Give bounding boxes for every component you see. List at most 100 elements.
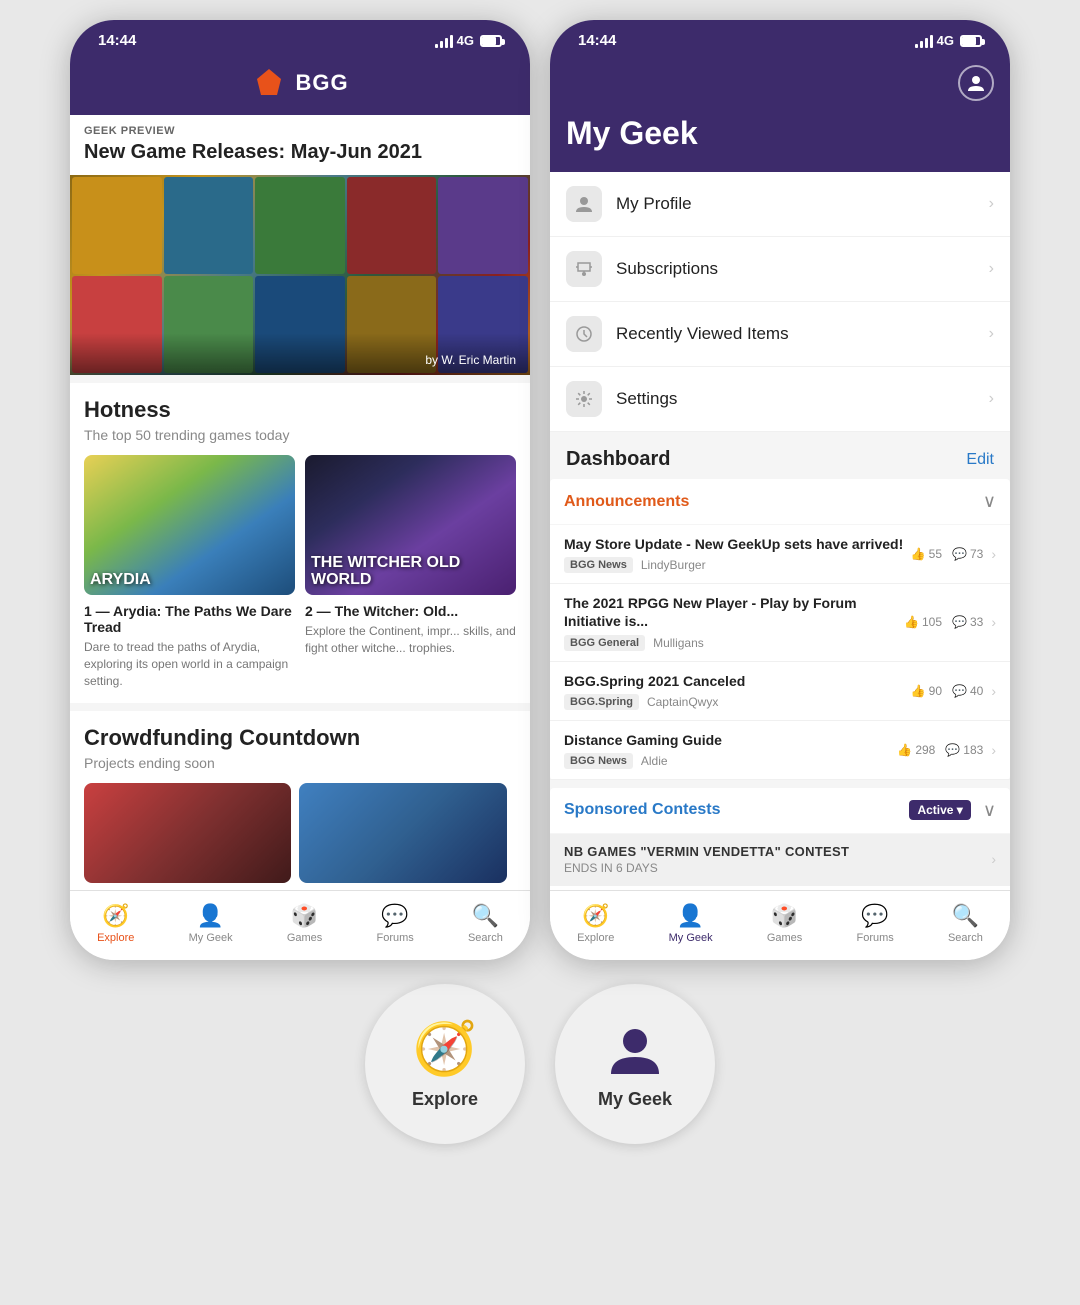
mygeek-header-section: My Geek — [550, 115, 1010, 172]
bgg-logo-text: BGG — [295, 70, 348, 96]
ann-author-3: CaptainQwyx — [647, 695, 718, 709]
nav-forums-right[interactable]: 💬 Forums — [848, 899, 901, 948]
recently-viewed-chevron: › — [989, 325, 994, 343]
sponsored-collapse[interactable]: ∨ — [983, 800, 996, 821]
nav-search-label: Search — [468, 932, 503, 944]
contest-title-1: NB GAMES "VERMIN VENDETTA" CONTEST — [564, 844, 983, 859]
nav-games[interactable]: 🎲 Games — [279, 899, 330, 948]
comments-count-3: 40 — [970, 684, 983, 698]
status-bar-right: 14:44 4G — [550, 20, 1010, 57]
ann-meta-2: BGG General Mulligans — [564, 635, 904, 651]
ann-likes-4: 👍 298 — [897, 743, 935, 757]
user-avatar-button[interactable] — [958, 65, 994, 101]
battery-icon-left — [480, 35, 502, 47]
explore-scroll-content[interactable]: GEEK PREVIEW New Game Releases: May-Jun … — [70, 115, 530, 890]
nav-search[interactable]: 🔍 Search — [460, 899, 511, 948]
battery-icon-right — [960, 35, 982, 47]
game-item-arydia[interactable]: ARYDIA 1 — Arydia: The Paths We Dare Tre… — [84, 455, 295, 689]
ann-content-4: Distance Gaming Guide BGG News Aldie — [564, 731, 897, 769]
explore-card-label: Explore — [412, 1089, 478, 1110]
recently-viewed-label: Recently Viewed Items — [616, 324, 989, 344]
likes-count-1: 55 — [929, 547, 942, 561]
sponsored-controls: Active ▾ ∨ — [909, 800, 996, 821]
ann-title-2: The 2021 RPGG New Player - Play by Forum… — [564, 594, 904, 630]
nav-explore-label: Explore — [97, 932, 134, 944]
bgg-logo-icon — [251, 65, 287, 101]
forums-icon-right: 💬 — [861, 903, 888, 929]
ann-item-3[interactable]: BGG.Spring 2021 Canceled BGG.Spring Capt… — [550, 662, 1010, 721]
game-desc-witcher: Explore the Continent, impr... skills, a… — [305, 623, 516, 657]
crowdfunding-title: Crowdfunding Countdown — [84, 725, 516, 751]
ann-chevron-2: › — [991, 614, 996, 630]
likes-count-3: 90 — [929, 684, 942, 698]
ann-likes-1: 👍 55 — [911, 547, 942, 561]
time-left: 14:44 — [98, 32, 136, 49]
nav-explore[interactable]: 🧭 Explore — [89, 899, 142, 948]
nav-explore-right[interactable]: 🧭 Explore — [569, 899, 622, 948]
mygeek-app-card[interactable]: My Geek — [555, 984, 715, 1144]
app-cards-row: 🧭 Explore My Geek — [20, 984, 1060, 1144]
bottom-nav-right: 🧭 Explore 👤 My Geek 🎲 Games 💬 Forums 🔍 S… — [550, 890, 1010, 960]
ann-meta-1: BGG News LindyBurger — [564, 557, 911, 573]
menu-item-subscriptions[interactable]: Subscriptions › — [550, 237, 1010, 302]
menu-item-profile[interactable]: My Profile › — [550, 172, 1010, 237]
mini-card-1 — [72, 177, 162, 274]
nav-search-right[interactable]: 🔍 Search — [940, 899, 991, 948]
nav-games-label-right: Games — [767, 932, 802, 944]
game-thumb-arydia: ARYDIA — [84, 455, 295, 595]
nav-forums[interactable]: 💬 Forums — [368, 899, 421, 948]
mygeek-scroll-content[interactable]: My Profile › Subscriptions › — [550, 172, 1010, 890]
left-phone: 14:44 4G BGG — [70, 20, 530, 960]
announcements-collapse[interactable]: ∨ — [983, 491, 996, 512]
crowdfunding-images — [84, 783, 516, 883]
bottom-nav-left: 🧭 Explore 👤 My Geek 🎲 Games 💬 Forums 🔍 S… — [70, 890, 530, 960]
comments-count-2: 33 — [970, 615, 983, 629]
thumbs-up-icon-3: 👍 — [911, 684, 926, 698]
dashboard-header: Dashboard Edit — [550, 432, 1010, 479]
active-badge[interactable]: Active ▾ — [909, 800, 970, 820]
game-item-witcher[interactable]: THE WITCHER OLD WORLD 2 — The Witcher: O… — [305, 455, 516, 689]
status-bar-left: 14:44 4G — [70, 20, 530, 57]
photo-credit: by W. Eric Martin — [70, 333, 530, 375]
nav-mygeek-right[interactable]: 👤 My Geek — [661, 899, 721, 948]
signal-icon — [435, 34, 453, 48]
subscriptions-label: Subscriptions — [616, 259, 989, 279]
thumbs-up-icon-4: 👍 — [897, 743, 912, 757]
feature-article[interactable]: GEEK PREVIEW New Game Releases: May-Jun … — [70, 115, 530, 375]
ann-item-2[interactable]: The 2021 RPGG New Player - Play by Forum… — [550, 584, 1010, 661]
menu-item-recently-viewed[interactable]: Recently Viewed Items › — [550, 302, 1010, 367]
contest-item-1[interactable]: NB GAMES "VERMIN VENDETTA" CONTEST ENDS … — [550, 834, 1010, 886]
nav-mygeek[interactable]: 👤 My Geek — [181, 899, 241, 948]
explore-icon-right: 🧭 — [582, 903, 609, 929]
menu-item-settings[interactable]: Settings › — [550, 367, 1010, 432]
edit-button[interactable]: Edit — [966, 451, 994, 469]
contest-chevron-1: › — [991, 851, 996, 867]
subscriptions-icon — [566, 251, 602, 287]
sponsored-contests-card: Sponsored Contests Active ▾ ∨ NB GAMES "… — [550, 788, 1010, 890]
ann-author-2: Mulligans — [653, 636, 704, 650]
ann-item-1[interactable]: May Store Update - New GeekUp sets have … — [550, 525, 1010, 584]
mini-card-5 — [438, 177, 528, 274]
contest-ends-1: ENDS IN 6 DAYS — [564, 861, 983, 875]
article-label: GEEK PREVIEW — [70, 115, 530, 139]
explore-app-card[interactable]: 🧭 Explore — [365, 984, 525, 1144]
search-icon: 🔍 — [472, 903, 499, 929]
comments-count-1: 73 — [970, 547, 983, 561]
nav-games-label: Games — [287, 932, 322, 944]
crowdfunding-subtitle: Projects ending soon — [84, 755, 516, 771]
hotness-section: Hotness The top 50 trending games today … — [70, 383, 530, 703]
ann-likes-3: 👍 90 — [911, 684, 942, 698]
mini-card-3 — [255, 177, 345, 274]
app-header-explore: BGG — [70, 57, 530, 115]
ann-chevron-3: › — [991, 683, 996, 699]
sponsored-title: Sponsored Contests — [564, 801, 720, 819]
ann-item-4[interactable]: Distance Gaming Guide BGG News Aldie 👍 2… — [550, 721, 1010, 780]
ann-tag-1: BGG News — [564, 557, 633, 573]
game-rank-arydia: 1 — Arydia: The Paths We Dare Tread — [84, 603, 295, 635]
ann-comments-1: 💬 73 — [952, 547, 983, 561]
ann-title-4: Distance Gaming Guide — [564, 731, 897, 749]
nav-games-right[interactable]: 🎲 Games — [759, 899, 810, 948]
comment-icon-2: 💬 — [952, 615, 967, 629]
announcements-card: Announcements ∨ May Store Update - New G… — [550, 479, 1010, 780]
forums-icon: 💬 — [381, 903, 408, 929]
